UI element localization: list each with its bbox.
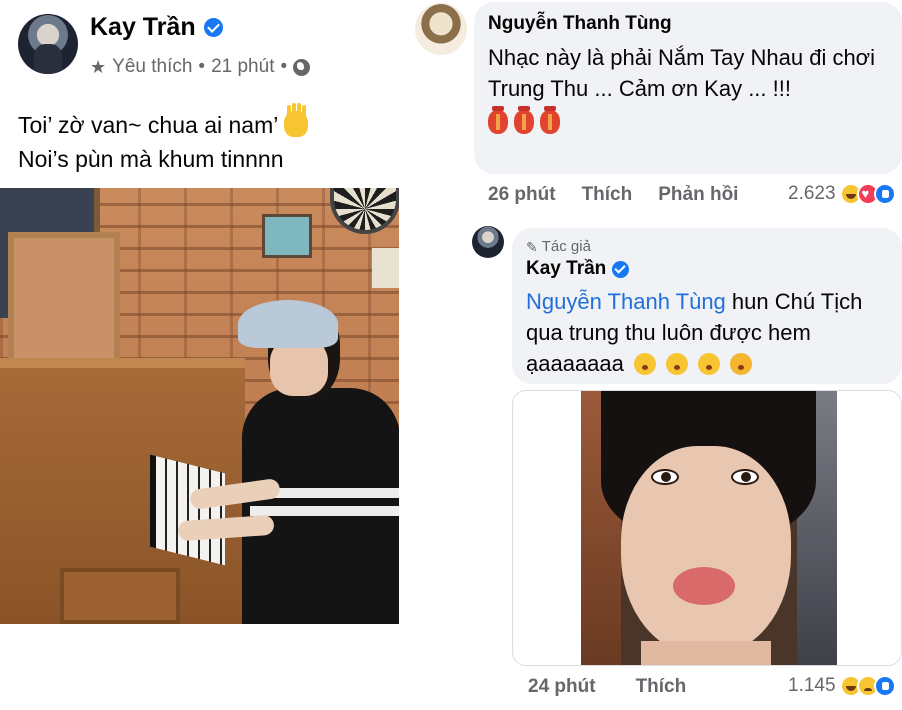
reaction-summary[interactable]: 2.623 <box>788 183 896 205</box>
piano-keys <box>150 454 225 566</box>
kiss-heart-face-icon <box>730 353 753 375</box>
reply-text-line1: hun Chú Tịch <box>725 289 863 314</box>
globe-icon[interactable] <box>293 58 311 76</box>
reply-author-name[interactable]: Kay Trần <box>526 258 888 280</box>
kiss-face-icon <box>634 353 657 375</box>
lantern-icon <box>514 106 534 134</box>
reply-time[interactable]: 24 phút <box>528 676 596 698</box>
selfie-face <box>621 446 791 656</box>
selfie-neck <box>641 641 771 665</box>
meta-separator: • <box>198 56 206 77</box>
reply-bubble: ✎ Tác giả Kay Trần Nguyễn Thanh Tùng hun… <box>512 228 902 384</box>
verified-badge-icon <box>203 18 223 37</box>
reaction-count[interactable]: 2.623 <box>788 183 836 205</box>
like-button[interactable]: Thích <box>582 184 633 206</box>
selfie-eye <box>651 469 679 485</box>
reply-like-button[interactable]: Thích <box>636 676 687 698</box>
waving-hand-emoji-icon <box>284 105 309 137</box>
author-badge: ✎ Tác giả <box>526 238 888 256</box>
reply-text: Nguyễn Thanh Tùng hun Chú Tịch qua trung… <box>526 286 888 379</box>
selfie-lips <box>673 567 735 605</box>
comment-bubble: Nguyễn Thanh Tùng Nhạc này là phải Nắm T… <box>474 2 902 174</box>
comment-text: Nhạc này là phải Nắm Tay Nhau đi chơi Tr… <box>488 45 875 101</box>
mention-link[interactable]: Nguyễn Thanh Tùng <box>526 289 726 314</box>
like-reaction-icon <box>873 183 896 205</box>
like-reaction-icon <box>873 675 896 697</box>
motorbike-sign <box>262 214 312 258</box>
post-meta: ★ Yêu thích • 21 phút • <box>90 56 311 78</box>
reply-text-line2: qua trung thu luôn được hem <box>526 320 811 345</box>
meta-separator: • <box>280 56 288 77</box>
lantern-icon <box>488 106 508 134</box>
reply-actions: 24 phút Thích <box>528 676 686 698</box>
lantern-icon <box>540 106 560 134</box>
reply-reaction-summary[interactable]: 1.145 <box>788 675 896 697</box>
comment-time[interactable]: 26 phút <box>488 184 556 206</box>
selfie-image <box>581 391 837 665</box>
post-text-line1: Toi’ zờ van~ chua ai nam’ <box>18 112 279 138</box>
pianist-shirt <box>242 388 399 624</box>
reply-photo-attachment[interactable] <box>512 390 902 666</box>
audience-label: Yêu thích <box>112 56 193 77</box>
wall-sign <box>372 248 399 288</box>
author-name-text[interactable]: Kay Trần <box>90 13 196 42</box>
commenter-name[interactable]: Nguyễn Thanh Tùng <box>488 12 888 36</box>
kiss-face-icon <box>698 353 721 375</box>
pianist-cap <box>238 300 338 348</box>
reply-button[interactable]: Phản hồi <box>658 184 738 206</box>
author-badge-label: Tác giả <box>541 238 591 255</box>
author-name[interactable]: Kay Trần <box>90 13 223 42</box>
selfie-eye <box>731 469 759 485</box>
reply-author-avatar[interactable] <box>472 226 504 258</box>
verified-badge-icon <box>612 260 630 278</box>
author-avatar[interactable] <box>18 14 78 74</box>
post-time[interactable]: 21 phút <box>211 56 274 78</box>
star-icon: ★ <box>90 56 107 77</box>
reply-author-name-text[interactable]: Kay Trần <box>526 258 606 280</box>
lantern-emoji-row <box>488 106 888 134</box>
commenter-avatar[interactable] <box>415 3 467 55</box>
post-text-line2: Noi’s pùn mà khum tinnnn <box>18 146 284 172</box>
reply-reaction-count[interactable]: 1.145 <box>788 675 836 697</box>
post-text: Toi’ zờ van~ chua ai nam’ Noi’s pùn mà k… <box>18 105 309 176</box>
reply-text-line3: ạaaaaaaa <box>526 351 624 376</box>
comment-actions: 26 phút Thích Phản hồi <box>488 184 738 206</box>
piano-panel <box>60 568 180 624</box>
pencil-icon: ✎ <box>526 239 538 255</box>
kiss-face-icon <box>666 353 689 375</box>
post: Kay Trần ★ Yêu thích • 21 phút • Toi’ zờ… <box>0 0 400 710</box>
post-photo[interactable] <box>0 188 399 624</box>
